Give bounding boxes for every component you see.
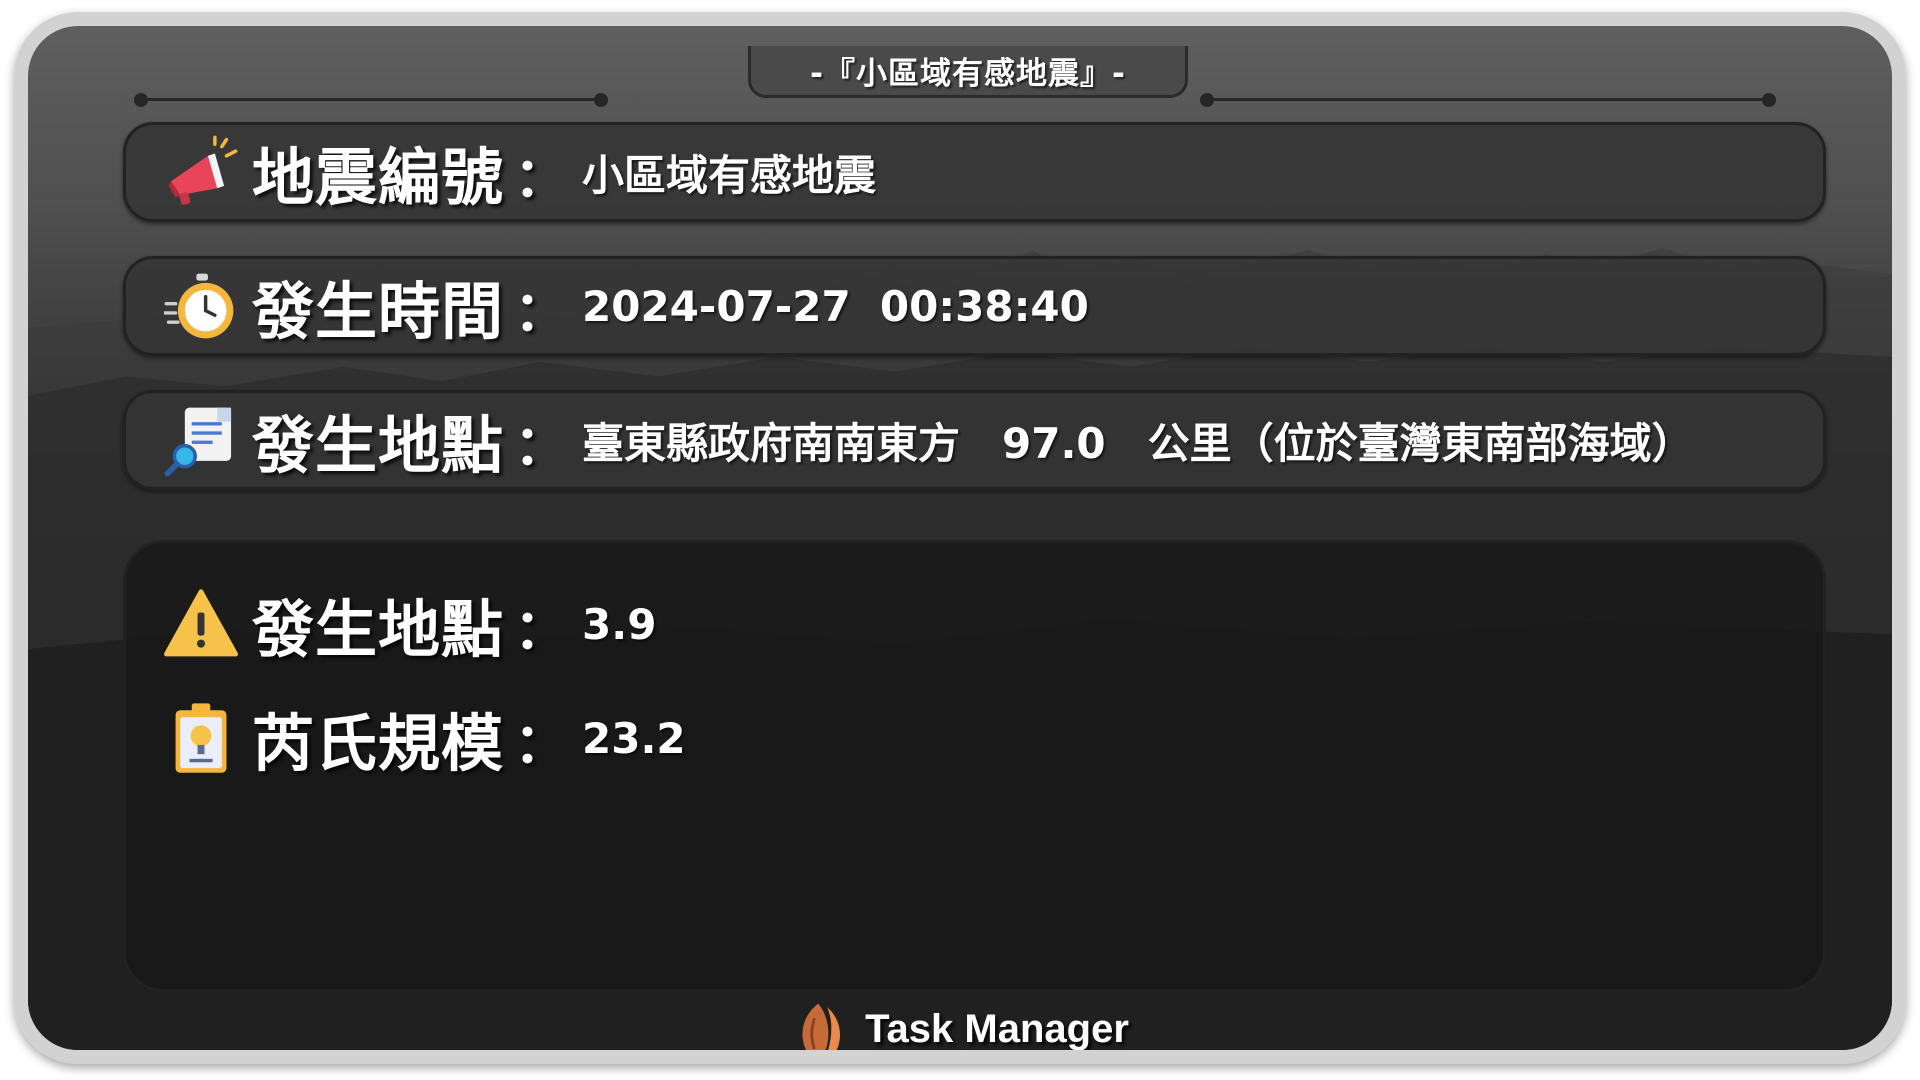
page-title: -『小區域有感地震』- bbox=[748, 46, 1188, 98]
occurrence-time-label: 發生時間 bbox=[252, 275, 505, 348]
document-search-icon bbox=[164, 407, 232, 477]
stopwatch-icon bbox=[164, 273, 234, 339]
detail-row-magnitude: 芮氏規模 ： 23.2 bbox=[126, 693, 1823, 783]
magnitude-value: 23.2 bbox=[582, 713, 686, 763]
earthquake-id-value: 小區域有感地震 bbox=[582, 150, 877, 200]
detail-row-location: 發生地點 ： 3.9 bbox=[126, 579, 1823, 669]
header-line-right-dot-end bbox=[1762, 93, 1776, 107]
details-panel: 發生地點 ： 3.9 芮氏規模 ： 23.2 bbox=[123, 540, 1826, 992]
almond-logo-icon bbox=[802, 1003, 841, 1050]
colon: ： bbox=[514, 711, 569, 775]
earthquake-report-card: -『小區域有感地震』- 地震編號 ： 小區域有感地震 發生時間 ： 2024-0… bbox=[14, 12, 1906, 1064]
footer: Task Manager bbox=[28, 994, 1892, 1051]
info-row-location: 發生地點 ： 臺東縣政府南南東方 97.0 公里（位於臺灣東南部海域） bbox=[123, 390, 1826, 490]
header-line-right-dot-start bbox=[1200, 93, 1214, 107]
magnitude-label: 芮氏規模 bbox=[252, 707, 505, 780]
location-value: 臺東縣政府南南東方 97.0 公里（位於臺灣東南部海域） bbox=[582, 418, 1694, 468]
header-line-right bbox=[1208, 98, 1768, 101]
colon: ： bbox=[514, 597, 569, 661]
colon: ： bbox=[514, 279, 569, 343]
header-line-left-dot-start bbox=[134, 93, 148, 107]
brand-name: Task Manager bbox=[865, 1006, 1129, 1051]
colon: ： bbox=[514, 413, 569, 477]
occurrence-time-value: 2024-07-27 00:38:40 bbox=[582, 281, 1089, 331]
header-line-left-dot-end bbox=[594, 93, 608, 107]
header-line-left bbox=[140, 98, 600, 101]
location-label: 發生地點 bbox=[252, 409, 505, 482]
info-row-occurrence-time: 發生時間 ： 2024-07-27 00:38:40 bbox=[123, 256, 1826, 356]
detail-location-label: 發生地點 bbox=[252, 593, 505, 666]
detail-location-value: 3.9 bbox=[582, 599, 657, 649]
id-badge-icon bbox=[175, 703, 227, 773]
colon: ： bbox=[514, 145, 569, 209]
megaphone-icon bbox=[168, 135, 238, 205]
warning-icon bbox=[164, 589, 238, 657]
info-row-earthquake-id: 地震編號 ： 小區域有感地震 bbox=[123, 122, 1826, 222]
earthquake-id-label: 地震編號 bbox=[252, 141, 505, 214]
